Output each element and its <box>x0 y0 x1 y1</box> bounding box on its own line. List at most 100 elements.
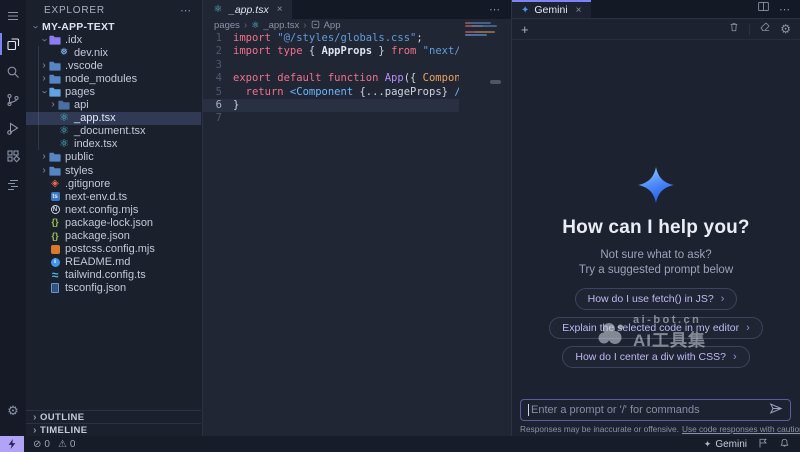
suggested-prompt-3[interactable]: How do I center a div with CSS?› <box>562 346 749 368</box>
close-icon[interactable]: × <box>576 5 582 16</box>
tree-item-next-config-mjs[interactable]: Nnext.config.mjs <box>26 203 201 216</box>
code-token: {... <box>353 86 385 99</box>
warning-count: 0 <box>70 439 76 450</box>
tree-item-label: package.json <box>65 230 130 242</box>
breadcrumb-separator: › <box>303 20 306 31</box>
outline-section[interactable]: › OUTLINE <box>26 410 201 423</box>
timeline-label: TIMELINE <box>40 425 88 436</box>
next-icon: N <box>49 204 61 216</box>
tree-item-label: next-env.d.ts <box>65 191 127 203</box>
tree-item--app-tsx[interactable]: ⚛_app.tsx <box>26 112 201 125</box>
folder-icon <box>49 86 61 98</box>
prompt-placeholder: Enter a prompt or '/' for commands <box>531 404 700 416</box>
editor-group: ⚛ _app.tsx × ⋯ pages › ⚛ _app.tsx › App … <box>203 0 511 436</box>
feedback-flag-icon[interactable] <box>757 437 769 452</box>
tree-item-label: _document.tsx <box>74 125 146 137</box>
explorer-more-icon[interactable]: ⋯ <box>180 4 192 17</box>
split-editor-icon[interactable] <box>757 0 770 18</box>
trash-icon[interactable] <box>728 20 740 38</box>
tree-item-tsconfig-json[interactable]: tsconfig.json <box>26 282 201 295</box>
new-chat-icon[interactable]: + <box>521 23 529 36</box>
tree-item-package-json[interactable]: {}package.json <box>26 230 201 243</box>
editor-actions-more-icon[interactable]: ⋯ <box>489 3 511 16</box>
tree-item-label: dev.nix <box>74 47 108 59</box>
suggested-prompt-2[interactable]: Explain the selected code in my editor› <box>549 317 763 339</box>
file-tree: ›MY-APP-TEXT›.idx❅dev.nix›.vscode›node_m… <box>26 20 201 295</box>
send-icon[interactable] <box>769 402 783 418</box>
code-token: import type <box>233 45 309 58</box>
caution-link[interactable]: Use code responses with caution <box>682 424 800 434</box>
chevron-right-icon: › <box>39 152 49 162</box>
explorer-sidebar: EXPLORER ⋯ ›MY-APP-TEXT›.idx❅dev.nix›.vs… <box>26 0 203 436</box>
minimap[interactable] <box>459 19 511 159</box>
breadcrumb-item[interactable]: pages <box>214 20 240 31</box>
sidebar-item-search[interactable] <box>0 58 26 86</box>
sidebar-item-extensions[interactable] <box>0 142 26 170</box>
scrollbar-thumb[interactable] <box>490 80 501 84</box>
tree-item--gitignore[interactable]: ◈.gitignore <box>26 177 201 190</box>
panel-more-icon[interactable]: ⋯ <box>779 3 791 16</box>
tree-item-tailwind-config-ts[interactable]: ≈tailwind.config.ts <box>26 269 201 282</box>
code-token: ; <box>416 32 422 45</box>
code-token: pageProps <box>385 86 442 99</box>
symbol-icon <box>311 20 320 32</box>
manage-gear-icon[interactable]: ⚙ <box>0 398 26 424</box>
code-token: ({ <box>404 72 423 85</box>
tab-gemini[interactable]: ✦ Gemini × <box>512 0 591 18</box>
tree-item--idx[interactable]: ›.idx <box>26 33 201 46</box>
tree-item-next-env-d-ts[interactable]: tsnext-env.d.ts <box>26 190 201 203</box>
prompt-input[interactable]: Enter a prompt or '/' for commands <box>520 399 791 421</box>
tsfile-icon <box>49 282 61 294</box>
warning-icon: ⚠ <box>58 439 67 450</box>
tree-item-pages[interactable]: ›pages <box>26 85 201 98</box>
line-number: 5 <box>203 86 233 99</box>
sidebar-item-idx-logs[interactable] <box>0 170 26 198</box>
tree-item-styles[interactable]: ›styles <box>26 164 201 177</box>
tree-item-label: styles <box>65 165 93 177</box>
tree-item-api[interactable]: ›api <box>26 99 201 112</box>
folder-icon <box>58 99 70 111</box>
text-cursor <box>528 404 529 416</box>
gemini-status-item[interactable]: ✦ Gemini <box>704 439 747 450</box>
tree-item-package-lock-json[interactable]: {}package-lock.json <box>26 216 201 229</box>
git-icon: ◈ <box>49 178 61 190</box>
react-icon: ⚛ <box>251 21 259 30</box>
tree-item-dev-nix[interactable]: ❅dev.nix <box>26 46 201 59</box>
eraser-icon[interactable] <box>759 20 771 38</box>
chevron-right-icon: › <box>39 74 49 84</box>
suggested-prompt-1[interactable]: How do I use fetch() in JS? › <box>575 288 738 310</box>
sidebar-item-explorer[interactable] <box>0 30 26 58</box>
breadcrumb-item[interactable]: _app.tsx <box>263 20 299 31</box>
prompt-label: How do I center a div with CSS? <box>575 351 726 363</box>
tab-app-tsx[interactable]: ⚛ _app.tsx × <box>203 0 292 19</box>
tree-item-label: pages <box>65 86 95 98</box>
tree-item-node-modules[interactable]: ›node_modules <box>26 72 201 85</box>
prompt-label: How do I use fetch() in JS? <box>588 293 714 305</box>
tree-item-postcss-config-mjs[interactable]: postcss.config.mjs <box>26 243 201 256</box>
tree-item-readme-md[interactable]: iREADME.md <box>26 256 201 269</box>
tree-item--document-tsx[interactable]: ⚛_document.tsx <box>26 125 201 138</box>
divider <box>749 24 750 35</box>
tree-item-label: .idx <box>65 34 82 46</box>
breadcrumb-item[interactable]: App <box>324 20 341 31</box>
sidebar-item-run-debug[interactable] <box>0 114 26 142</box>
gear-icon[interactable]: ⚙ <box>780 23 791 35</box>
idx-environment-badge[interactable] <box>0 436 24 452</box>
tree-item--vscode[interactable]: ›.vscode <box>26 59 201 72</box>
tree-item-index-tsx[interactable]: ⚛index.tsx <box>26 138 201 151</box>
chevron-right-icon: › <box>48 100 58 110</box>
menu-icon[interactable] <box>0 2 26 30</box>
tree-item-my-app-text[interactable]: ›MY-APP-TEXT <box>26 20 201 33</box>
tree-item-public[interactable]: ›public <box>26 151 201 164</box>
code-token <box>233 86 246 99</box>
tree-item-label: _app.tsx <box>74 112 116 124</box>
sidebar-item-source-control[interactable] <box>0 86 26 114</box>
timeline-section[interactable]: › TIMELINE <box>26 423 201 436</box>
explorer-title: EXPLORER <box>44 5 105 16</box>
chevron-right-icon: › <box>721 293 725 305</box>
activity-bar: ⚙ <box>0 0 26 436</box>
problems-indicator[interactable]: ⊘ 0 ⚠ 0 <box>33 439 75 450</box>
close-icon[interactable]: × <box>277 4 283 15</box>
tree-item-label: tsconfig.json <box>65 282 126 294</box>
bell-icon[interactable] <box>779 437 790 452</box>
